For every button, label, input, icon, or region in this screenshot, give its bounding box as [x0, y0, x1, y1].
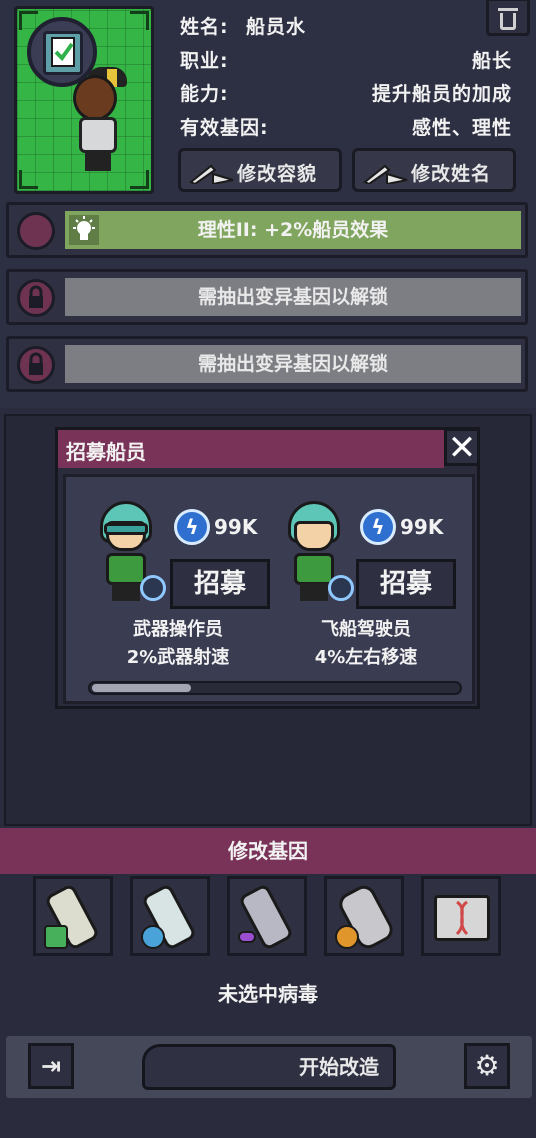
recruit-button-label: 招募: [193, 569, 246, 599]
blue-virus-vial-icon[interactable]: [130, 876, 210, 956]
edit-pencil-icon: [189, 164, 234, 184]
crew-portrait: [14, 6, 154, 194]
energy-bolt-icon: ϟ: [174, 509, 210, 545]
ability-value: 提升船员的加成: [371, 83, 512, 105]
slot-bar-locked: 需抽出变异基因以解锁: [65, 345, 521, 383]
virus-selection-status: 未选中病毒: [218, 982, 318, 1006]
slot-bar-active: 理性II: +2%船员效果: [65, 211, 521, 249]
gene-section-title: 修改基因: [228, 839, 308, 863]
recruit-button-label: 招募: [379, 569, 432, 599]
gene-slot-2[interactable]: 需抽出变异基因以解锁: [6, 269, 528, 325]
edit-name-label: 修改姓名: [411, 163, 492, 185]
trash-icon: [498, 8, 518, 11]
genes-value: 感性、理性: [411, 117, 512, 139]
recruit-cost: 99K: [214, 515, 258, 539]
settings-button[interactable]: ⚙: [464, 1043, 510, 1089]
recruit-cost: 99K: [400, 515, 444, 539]
name-value: 船员水: [246, 16, 307, 38]
job-value: 船长: [471, 50, 512, 72]
ability-label: 能力:: [180, 83, 229, 105]
slot-bar-locked: 需抽出变异基因以解锁: [65, 278, 521, 316]
gene-slot-3[interactable]: 需抽出变异基因以解锁: [6, 336, 528, 392]
start-modification-button[interactable]: 开始改造: [142, 1044, 396, 1090]
ship-pilot-avatar: [284, 501, 354, 603]
delete-crew-button[interactable]: [486, 0, 530, 36]
crew-role-effect: 2%武器射速: [126, 647, 230, 668]
recruit-button[interactable]: 招募: [170, 559, 270, 609]
close-icon: ✕: [447, 428, 477, 468]
horizontal-scrollbar[interactable]: [88, 681, 462, 695]
crew-role-name: 飞船驾驶员: [321, 619, 411, 640]
crew-torso: [79, 117, 117, 153]
profile-panel: 姓名: 船员水 职业: 船长 能力: 提升船员的加成 有效基因: 感性、理性 修…: [0, 0, 536, 408]
exit-button[interactable]: ⇥: [28, 1043, 74, 1089]
recruit-popup: 招募船员 ✕ ϟ 99K 招募 武器操作员 2%武器射速 ϟ 99K 招募 飞船…: [55, 427, 480, 709]
genes-label: 有效基因:: [180, 117, 269, 139]
gene-section-header: 修改基因: [0, 828, 536, 874]
slot-text: 理性II: +2%船员效果: [197, 219, 389, 241]
lock-icon: [17, 279, 55, 317]
gene-slot-1[interactable]: 理性II: +2%船员效果: [6, 202, 528, 258]
weapon-operator-avatar: [96, 501, 166, 603]
recruit-button[interactable]: 招募: [356, 559, 456, 609]
slot-indicator: [17, 212, 55, 250]
edit-appearance-button[interactable]: 修改容貌: [178, 148, 342, 192]
gear-icon: ⚙: [474, 1049, 500, 1082]
crew-role-name: 武器操作员: [133, 619, 223, 640]
popup-title: 招募船员: [66, 440, 146, 464]
energy-bolt-icon: ϟ: [360, 509, 396, 545]
crew-role-icon: [140, 575, 166, 601]
green-virus-vial-icon[interactable]: [33, 876, 113, 956]
start-modification-label: 开始改造: [299, 1055, 379, 1079]
popup-header: 招募船员: [58, 430, 444, 468]
crew-role-icon: [328, 575, 354, 601]
close-popup-button[interactable]: ✕: [444, 428, 480, 468]
crew-role-effect: 4%左右移速: [314, 647, 418, 668]
popup-body: ϟ 99K 招募 武器操作员 2%武器射速 ϟ 99K 招募 飞船驾驶员 4%左…: [63, 474, 475, 704]
red-virus-case-icon[interactable]: [421, 876, 501, 956]
slot-text: 需抽出变异基因以解锁: [197, 353, 388, 375]
edit-appearance-label: 修改容貌: [237, 163, 318, 185]
bottom-toolbar: ⇥ 开始改造 ⚙: [6, 1036, 532, 1098]
goggles-icon: [104, 523, 148, 535]
clipboard-check-icon: [27, 17, 97, 87]
job-label: 职业:: [180, 50, 229, 72]
name-label: 姓名:: [180, 16, 229, 38]
purple-virus-vial-icon[interactable]: [227, 876, 307, 956]
edit-pencil-icon: [363, 164, 408, 184]
lock-icon: [17, 346, 55, 384]
slot-text: 需抽出变异基因以解锁: [197, 286, 388, 308]
scrollbar-thumb[interactable]: [92, 684, 191, 692]
exit-icon: ⇥: [40, 1052, 62, 1080]
edit-name-button[interactable]: 修改姓名: [352, 148, 516, 192]
orange-virus-vial-icon[interactable]: [324, 876, 404, 956]
